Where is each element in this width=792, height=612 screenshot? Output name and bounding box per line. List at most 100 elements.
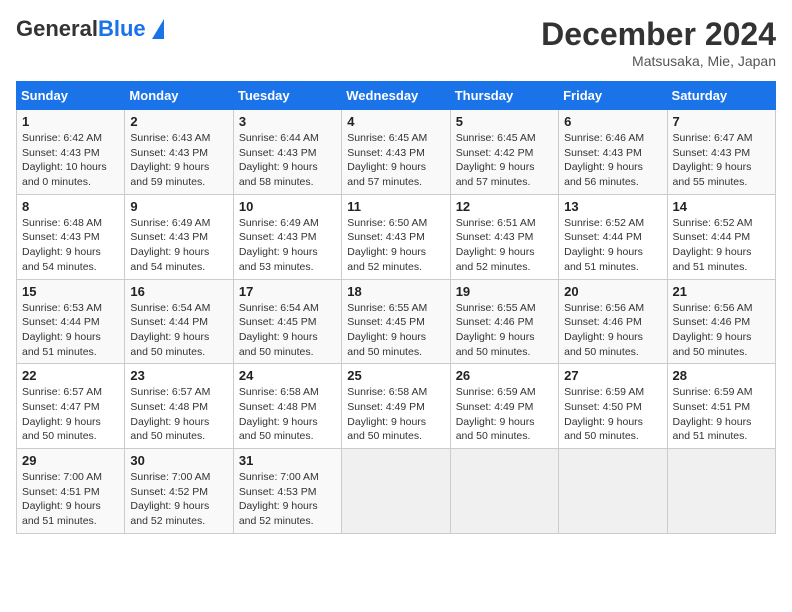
day-info: Sunrise: 6:46 AMSunset: 4:43 PMDaylight:… xyxy=(564,131,661,190)
day-info: Sunrise: 6:54 AMSunset: 4:45 PMDaylight:… xyxy=(239,301,336,360)
sunset: Sunset: 4:43 PM xyxy=(347,230,444,245)
logo: GeneralBlue xyxy=(16,16,164,42)
day-number: 4 xyxy=(347,114,444,129)
day-number: 28 xyxy=(673,368,770,383)
day-info: Sunrise: 6:59 AMSunset: 4:49 PMDaylight:… xyxy=(456,385,553,444)
day-info: Sunrise: 6:57 AMSunset: 4:48 PMDaylight:… xyxy=(130,385,227,444)
sunset: Sunset: 4:43 PM xyxy=(239,146,336,161)
calendar-cell: 3Sunrise: 6:44 AMSunset: 4:43 PMDaylight… xyxy=(233,110,341,195)
daylight: Daylight: 9 hours and 51 minutes. xyxy=(673,245,770,274)
day-number: 24 xyxy=(239,368,336,383)
daylight: Daylight: 9 hours and 50 minutes. xyxy=(239,415,336,444)
day-info: Sunrise: 6:42 AMSunset: 4:43 PMDaylight:… xyxy=(22,131,119,190)
calendar-cell: 6 Sunrise: 6:46 AMSunset: 4:43 PMDaylight… xyxy=(559,110,667,195)
sunrise: Sunrise: 7:00 AM xyxy=(22,470,119,485)
calendar-cell: 26 Sunrise: 6:59 AMSunset: 4:49 PMDayligh… xyxy=(450,364,558,449)
sunrise: Sunrise: 6:47 AM xyxy=(673,131,770,146)
calendar-week: 1Sunrise: 6:42 AMSunset: 4:43 PMDaylight… xyxy=(17,110,776,195)
sunset: Sunset: 4:47 PM xyxy=(22,400,119,415)
calendar-cell: 23Sunrise: 6:57 AMSunset: 4:48 PMDayligh… xyxy=(125,364,233,449)
day-info: Sunrise: 6:54 AMSunset: 4:44 PMDaylight:… xyxy=(130,301,227,360)
daylight: Daylight: 9 hours and 59 minutes. xyxy=(130,160,227,189)
calendar-cell: 17Sunrise: 6:54 AMSunset: 4:45 PMDayligh… xyxy=(233,279,341,364)
sunrise: Sunrise: 6:54 AM xyxy=(130,301,227,316)
calendar-cell: 12Sunrise: 6:51 AMSunset: 4:43 PMDayligh… xyxy=(450,194,558,279)
sunrise: Sunrise: 6:45 AM xyxy=(347,131,444,146)
sunrise: Sunrise: 6:54 AM xyxy=(239,301,336,316)
day-info: Sunrise: 6:49 AMSunset: 4:43 PMDaylight:… xyxy=(239,216,336,275)
calendar-cell: 28Sunrise: 6:59 AMSunset: 4:51 PMDayligh… xyxy=(667,364,775,449)
sunrise: Sunrise: 6:59 AM xyxy=(673,385,770,400)
daylight: Daylight: 9 hours and 50 minutes. xyxy=(347,330,444,359)
day-number: 6 xyxy=(564,114,661,129)
day-info: Sunrise: 7:00 AMSunset: 4:53 PMDaylight:… xyxy=(239,470,336,529)
calendar-cell: 7Sunrise: 6:47 AMSunset: 4:43 PMDaylight… xyxy=(667,110,775,195)
daylight: Daylight: 9 hours and 53 minutes. xyxy=(239,245,336,274)
day-info: Sunrise: 6:56 AMSunset: 4:46 PMDaylight:… xyxy=(673,301,770,360)
sunset: Sunset: 4:44 PM xyxy=(564,230,661,245)
daylight: Daylight: 9 hours and 50 minutes. xyxy=(22,415,119,444)
day-number: 2 xyxy=(130,114,227,129)
calendar-table: SundayMondayTuesdayWednesdayThursdayFrid… xyxy=(16,81,776,534)
calendar-week: 8Sunrise: 6:48 AMSunset: 4:43 PMDaylight… xyxy=(17,194,776,279)
calendar-cell: 22Sunrise: 6:57 AMSunset: 4:47 PMDayligh… xyxy=(17,364,125,449)
day-info: Sunrise: 6:57 AMSunset: 4:47 PMDaylight:… xyxy=(22,385,119,444)
day-number: 19 xyxy=(456,284,553,299)
header-day: Tuesday xyxy=(233,82,341,110)
calendar-cell: 25Sunrise: 6:58 AMSunset: 4:49 PMDayligh… xyxy=(342,364,450,449)
day-number: 15 xyxy=(22,284,119,299)
day-info: Sunrise: 6:59 AMSunset: 4:50 PMDaylight:… xyxy=(564,385,661,444)
calendar-cell: 24 Sunrise: 6:58 AMSunset: 4:48 PMDayligh… xyxy=(233,364,341,449)
day-info: Sunrise: 6:58 AMSunset: 4:48 PMDaylight:… xyxy=(239,385,336,444)
header-day: Monday xyxy=(125,82,233,110)
day-info: Sunrise: 6:51 AMSunset: 4:43 PMDaylight:… xyxy=(456,216,553,275)
sunset: Sunset: 4:43 PM xyxy=(673,146,770,161)
sunset: Sunset: 4:43 PM xyxy=(22,230,119,245)
header-day: Friday xyxy=(559,82,667,110)
sunrise: Sunrise: 6:49 AM xyxy=(239,216,336,231)
calendar-cell: 15Sunrise: 6:53 AMSunset: 4:44 PMDayligh… xyxy=(17,279,125,364)
sunrise: Sunrise: 6:55 AM xyxy=(347,301,444,316)
header-day: Saturday xyxy=(667,82,775,110)
daylight: Daylight: 9 hours and 50 minutes. xyxy=(347,415,444,444)
daylight: Daylight: 9 hours and 50 minutes. xyxy=(239,330,336,359)
sunrise: Sunrise: 6:42 AM xyxy=(22,131,119,146)
calendar-cell: 18Sunrise: 6:55 AMSunset: 4:45 PMDayligh… xyxy=(342,279,450,364)
sunset: Sunset: 4:46 PM xyxy=(456,315,553,330)
calendar-week: 22Sunrise: 6:57 AMSunset: 4:47 PMDayligh… xyxy=(17,364,776,449)
calendar-cell: 30Sunrise: 7:00 AMSunset: 4:52 PMDayligh… xyxy=(125,449,233,534)
sunset: Sunset: 4:52 PM xyxy=(130,485,227,500)
calendar-cell: 19Sunrise: 6:55 AMSunset: 4:46 PMDayligh… xyxy=(450,279,558,364)
calendar-cell: 8Sunrise: 6:48 AMSunset: 4:43 PMDaylight… xyxy=(17,194,125,279)
daylight: Daylight: 9 hours and 51 minutes. xyxy=(22,499,119,528)
header-day: Sunday xyxy=(17,82,125,110)
sunset: Sunset: 4:44 PM xyxy=(130,315,227,330)
day-info: Sunrise: 6:48 AMSunset: 4:43 PMDaylight:… xyxy=(22,216,119,275)
sunset: Sunset: 4:44 PM xyxy=(673,230,770,245)
header-row: SundayMondayTuesdayWednesdayThursdayFrid… xyxy=(17,82,776,110)
sunrise: Sunrise: 6:59 AM xyxy=(564,385,661,400)
sunset: Sunset: 4:53 PM xyxy=(239,485,336,500)
day-number: 13 xyxy=(564,199,661,214)
daylight: Daylight: 9 hours and 51 minutes. xyxy=(22,330,119,359)
day-number: 5 xyxy=(456,114,553,129)
day-number: 7 xyxy=(673,114,770,129)
calendar-cell: 4Sunrise: 6:45 AMSunset: 4:43 PMDaylight… xyxy=(342,110,450,195)
calendar-week: 15Sunrise: 6:53 AMSunset: 4:44 PMDayligh… xyxy=(17,279,776,364)
daylight: Daylight: 9 hours and 51 minutes. xyxy=(564,245,661,274)
calendar-cell: 21Sunrise: 6:56 AMSunset: 4:46 PMDayligh… xyxy=(667,279,775,364)
sunrise: Sunrise: 6:43 AM xyxy=(130,131,227,146)
sunrise: Sunrise: 6:55 AM xyxy=(456,301,553,316)
sunset: Sunset: 4:44 PM xyxy=(22,315,119,330)
calendar-cell: 2Sunrise: 6:43 AMSunset: 4:43 PMDaylight… xyxy=(125,110,233,195)
daylight: Daylight: 9 hours and 52 minutes. xyxy=(347,245,444,274)
daylight: Daylight: 9 hours and 50 minutes. xyxy=(456,415,553,444)
day-info: Sunrise: 6:56 AMSunset: 4:46 PMDaylight:… xyxy=(564,301,661,360)
day-number: 26 xyxy=(456,368,553,383)
sunrise: Sunrise: 6:52 AM xyxy=(564,216,661,231)
daylight: Daylight: 9 hours and 50 minutes. xyxy=(564,330,661,359)
sunset: Sunset: 4:43 PM xyxy=(130,230,227,245)
day-number: 9 xyxy=(130,199,227,214)
header-day: Thursday xyxy=(450,82,558,110)
sunset: Sunset: 4:49 PM xyxy=(347,400,444,415)
